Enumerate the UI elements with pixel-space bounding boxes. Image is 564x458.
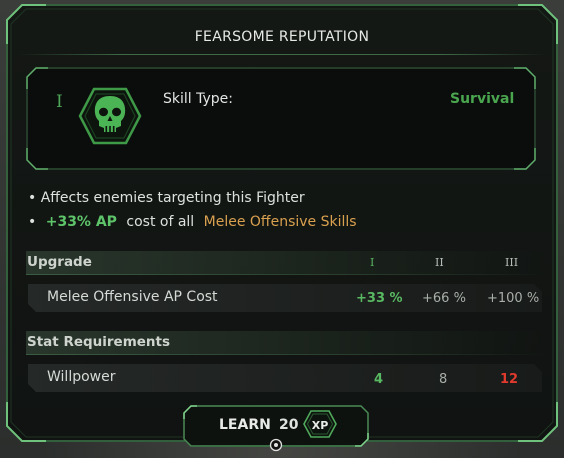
- learn-button-label: LEARN: [219, 417, 271, 433]
- ap-cost-highlight: +33% AP: [45, 214, 117, 230]
- description-line-2: • +33% AP cost of all Melee Offensive Sk…: [28, 214, 357, 230]
- upgrade-header-label: Upgrade: [27, 254, 92, 270]
- requirement-tier-2-value: 8: [439, 372, 448, 387]
- melee-skills-keyword: Melee Offensive Skills: [203, 214, 357, 230]
- title-divider: [18, 54, 546, 55]
- learn-cost-value: 20: [279, 417, 299, 433]
- description-mid-text: cost of all: [126, 214, 195, 230]
- upgrade-tier-3-value: +100 %: [487, 291, 540, 306]
- skill-type-label: Skill Type:: [163, 91, 233, 107]
- requirement-tier-3-value: 12: [500, 372, 519, 387]
- requirements-section-header: Stat Requirements: [26, 331, 546, 355]
- description-line-1: • Affects enemies targeting this Fighter: [28, 190, 305, 206]
- upgrade-tier-2-value: +66 %: [422, 291, 466, 306]
- upgrade-row-label: Melee Offensive AP Cost: [47, 289, 218, 305]
- requirements-header-label: Stat Requirements: [27, 334, 171, 350]
- upgrade-section-header: Upgrade: [26, 251, 546, 275]
- skill-title: FEARSOME REPUTATION: [194, 29, 370, 45]
- xp-icon: XP: [303, 410, 337, 438]
- tier-1-column-header: I: [370, 256, 375, 269]
- skill-tier-numeral: I: [56, 92, 63, 112]
- skill-type-value: Survival: [450, 91, 515, 107]
- tier-3-column-header: III: [505, 256, 519, 269]
- cursor-reticle-icon: [269, 438, 283, 452]
- requirement-row-label: Willpower: [47, 369, 116, 385]
- tier-2-column-header: II: [435, 256, 444, 269]
- xp-label: XP: [312, 419, 329, 432]
- bullet: •: [28, 214, 37, 230]
- skull-icon: [78, 87, 142, 145]
- requirement-tier-1-value: 4: [374, 372, 384, 387]
- upgrade-tier-1-value: +33 %: [356, 291, 403, 306]
